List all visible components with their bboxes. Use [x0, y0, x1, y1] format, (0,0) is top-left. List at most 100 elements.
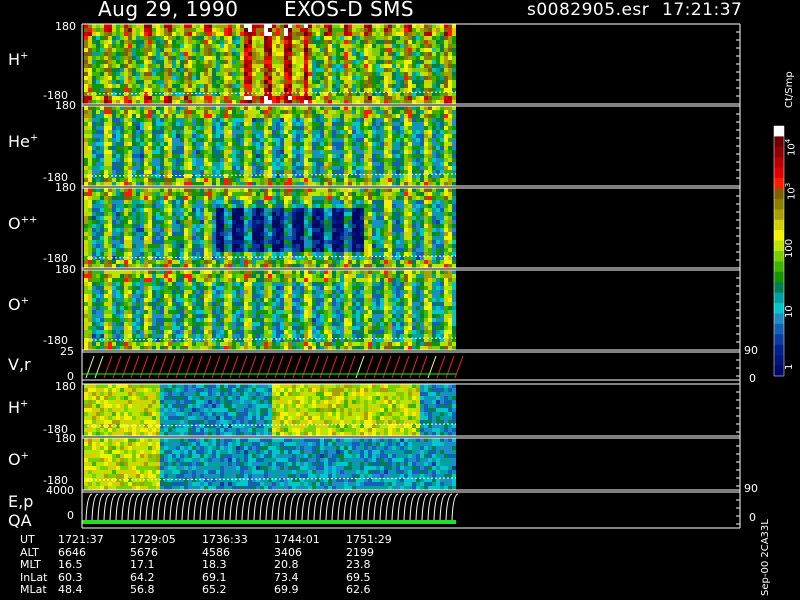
energy-sweep-trace — [187, 493, 195, 521]
energy-sweep-trace — [451, 493, 459, 521]
velocity-trace — [274, 355, 284, 379]
velocity-trace — [301, 355, 311, 379]
ephem-value: 4586 — [202, 545, 230, 559]
ephem-value: 64.2 — [130, 570, 155, 584]
energy-sweep-trace — [217, 493, 225, 521]
energy-sweep-trace — [325, 493, 333, 521]
panel-label-ep: E,p — [8, 492, 34, 511]
energy-sweep-trace — [445, 493, 453, 521]
ephem-value: 2199 — [346, 545, 374, 559]
energy-sweep-trace — [169, 493, 177, 521]
ephem-row-label: UT — [20, 533, 35, 546]
velocity-trace — [337, 355, 347, 379]
colorbar-segment — [774, 323, 784, 335]
velocity-trace — [256, 355, 266, 379]
velocity-trace — [436, 355, 446, 379]
energy-sweep-trace — [235, 493, 243, 521]
colorbar-segment — [774, 365, 784, 377]
ephem-value: 3406 — [274, 545, 302, 559]
energy-sweep-trace — [223, 493, 231, 521]
colorbar-segment — [774, 251, 784, 262]
energy-sweep-trace — [271, 493, 279, 521]
footer-note: Sep-00 2CA33L — [760, 519, 771, 596]
tick-180: 180 — [55, 20, 76, 33]
velocity-trace — [238, 355, 248, 379]
energy-sweep-trace — [379, 493, 387, 521]
energy-sweep-trace — [277, 493, 285, 521]
energy-sweep-trace — [385, 493, 393, 521]
energy-sweep-trace — [367, 493, 375, 521]
energy-sweep-trace — [199, 493, 207, 521]
energy-sweep-trace — [193, 493, 201, 521]
quality-bar — [82, 520, 456, 524]
colorbar-segment — [774, 261, 784, 273]
spectrogram-panel-5 — [84, 384, 456, 436]
right-tick-90: 90 — [744, 344, 758, 357]
velocity-trace — [193, 355, 203, 379]
ephem-value: 1751:29 — [346, 533, 392, 546]
velocity-trace — [175, 355, 185, 379]
tick-180: 180 — [55, 263, 76, 276]
energy-sweep-trace — [259, 493, 267, 521]
panel-label-o-plus-2: O+ — [8, 450, 29, 469]
colorbar-segment — [774, 271, 784, 283]
ephem-value: 1729:05 — [130, 533, 176, 546]
velocity-trace — [121, 355, 131, 379]
energy-sweep-trace — [253, 493, 261, 521]
colorbar-segment — [774, 230, 784, 242]
energy-sweep-trace — [181, 493, 189, 521]
energy-sweep-trace — [103, 493, 111, 521]
velocity-trace — [283, 355, 293, 379]
ephem-row-label: ALT — [20, 545, 39, 559]
velocity-trace — [148, 355, 158, 379]
energy-sweep-trace — [265, 493, 273, 521]
energy-sweep-trace — [139, 493, 147, 521]
ephem-value: 23.8 — [346, 558, 371, 571]
energy-sweep-trace — [205, 493, 213, 521]
energy-sweep-trace — [397, 493, 405, 521]
energy-sweep-trace — [313, 493, 321, 521]
energy-sweep-trace — [337, 493, 345, 521]
ephem-value: 20.8 — [274, 558, 299, 571]
colorbar-segment — [774, 355, 784, 367]
colorbar-segment — [774, 344, 784, 356]
ephem-value: 60.3 — [58, 570, 83, 584]
panel-label-h-plus: H+ — [8, 50, 29, 69]
panel-label-o-plus-plus: O++ — [8, 214, 38, 233]
energy-sweep-trace — [415, 493, 423, 521]
energy-sweep-trace — [85, 493, 93, 521]
colorbar-segment — [774, 292, 784, 304]
velocity-trace — [265, 355, 275, 379]
energy-sweep-trace — [145, 493, 153, 521]
energy-sweep-trace — [391, 493, 399, 521]
ephem-row-label: MLT — [20, 558, 41, 571]
energy-sweep-trace — [247, 493, 255, 521]
energy-sweep-trace — [151, 493, 159, 521]
velocity-trace — [103, 355, 113, 379]
ephem-value: 48.4 — [58, 583, 83, 596]
energy-sweep-trace — [163, 493, 171, 521]
energy-sweep-trace — [427, 493, 435, 521]
energy-sweep-trace — [97, 493, 105, 521]
ephem-value: 18.3 — [202, 558, 227, 571]
energy-sweep-trace — [283, 493, 291, 521]
energy-sweep-trace — [175, 493, 183, 521]
velocity-trace — [229, 355, 239, 379]
colorbar-segment — [774, 240, 784, 252]
colorbar-segment — [774, 167, 784, 179]
ephem-value: 1736:33 — [202, 533, 248, 546]
velocity-trace — [202, 355, 212, 379]
energy-sweep-trace — [229, 493, 237, 521]
velocity-trace — [427, 355, 437, 379]
ephem-value: 69.5 — [346, 570, 371, 584]
tick-4000: 4000 — [46, 484, 74, 497]
energy-sweep-trace — [319, 493, 327, 521]
velocity-trace — [184, 355, 194, 379]
ephem-value: 6646 — [58, 545, 86, 559]
velocity-trace — [328, 355, 338, 379]
colorbar-label-10: 10 — [784, 305, 795, 318]
velocity-trace — [355, 355, 365, 379]
velocity-trace — [247, 355, 257, 379]
colorbar-segment — [774, 334, 784, 346]
energy-sweep-trace — [121, 493, 129, 521]
